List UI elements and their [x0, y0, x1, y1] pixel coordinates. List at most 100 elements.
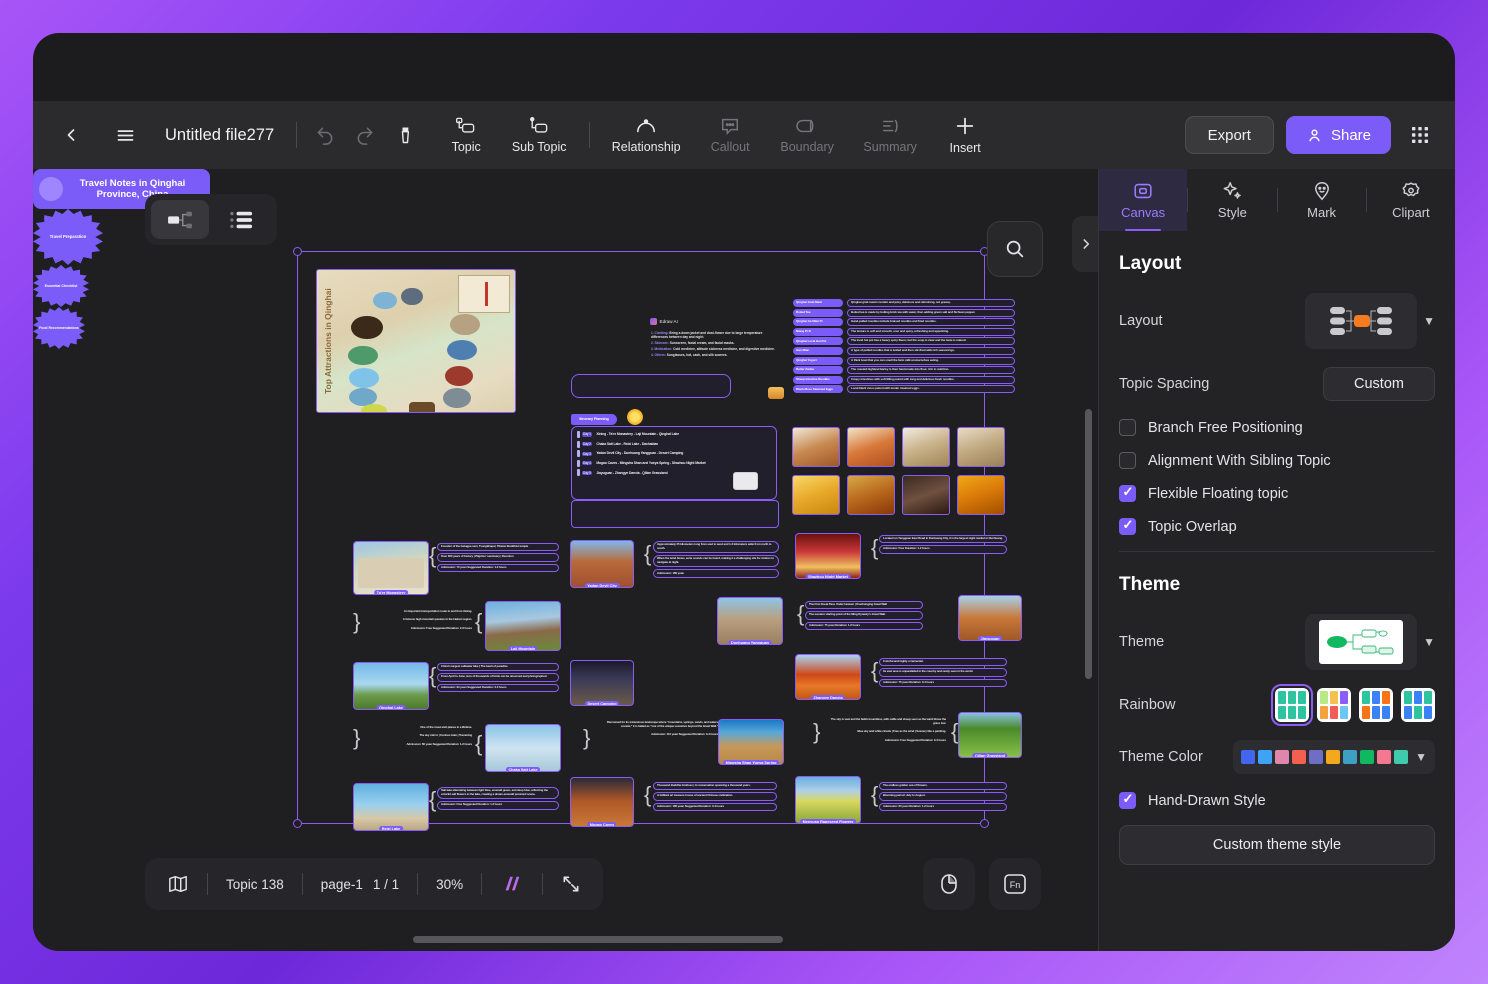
checkbox-hand-drawn-style[interactable]: Hand-Drawn Style — [1119, 791, 1435, 809]
food-thumbnail[interactable] — [902, 475, 950, 515]
theme-color-swatch[interactable] — [1309, 750, 1324, 764]
attraction-photo[interactable]: Laji Mountain — [485, 601, 561, 651]
itinerary-image-placeholder[interactable] — [733, 472, 758, 490]
food-item-name[interactable]: Qinghai Ge Mian Pi — [793, 318, 843, 327]
attraction-note[interactable]: The sky is vast and the fields boundless… — [823, 717, 949, 727]
ai-assistant-button[interactable] — [482, 858, 542, 910]
food-item-name[interactable]: Niang Pi Zi — [793, 327, 843, 336]
tool-insert[interactable]: Insert — [932, 105, 998, 165]
rainbow-option[interactable] — [1271, 684, 1313, 726]
collapse-panel-button[interactable] — [1072, 216, 1098, 272]
attraction-note[interactable]: The endless golden sea of flowers. — [879, 782, 1007, 791]
tool-boundary[interactable]: Boundary — [766, 105, 848, 165]
attraction-note[interactable]: Admission: Free Suggested Duration: 2-3 … — [363, 626, 475, 632]
qinghai-map-image[interactable]: Top Attractions in Qinghai — [316, 269, 516, 413]
checklist-item[interactable]: 3. Medication: Cold medicine, altitude s… — [651, 347, 776, 351]
food-item-name[interactable]: Gan Mian — [793, 346, 843, 355]
attraction-photo[interactable]: Chaka Salt Lake — [485, 724, 561, 772]
tool-topic[interactable]: Topic — [435, 105, 497, 165]
mindmap-canvas[interactable]: Top Attractions in Qinghai Travel Notes … — [33, 169, 1098, 951]
food-item-description[interactable]: The local hot pot has a heavy spicy flav… — [847, 337, 1015, 346]
search-button[interactable] — [987, 221, 1043, 277]
food-item-description[interactable]: Qinghai grab meat is tender and juicy, d… — [847, 299, 1015, 307]
attraction-note[interactable]: A famous high mountain pasture in the Ha… — [363, 617, 475, 623]
attraction-note[interactable]: Admission: 90 yuan Suggested Duration: 2… — [437, 683, 559, 692]
food-item-description[interactable]: Local black moss paired with tender stea… — [847, 385, 1015, 394]
attraction-note[interactable]: Its vast area is unparalleled in the cou… — [879, 668, 1007, 677]
food-item-description[interactable]: Crispy intestines with soft filling pair… — [847, 375, 1015, 384]
theme-color-swatch[interactable] — [1258, 750, 1273, 764]
attraction-note[interactable]: One of the must-visit places in a lifeti… — [363, 725, 475, 731]
theme-color-swatch[interactable] — [1377, 750, 1392, 764]
food-item-description[interactable]: The roasted highland barley is then hand… — [847, 366, 1015, 375]
tool-callout[interactable]: Callout — [694, 105, 766, 165]
share-button[interactable]: Share — [1285, 116, 1391, 154]
page-indicator[interactable]: page-1 1 / 1 — [303, 858, 417, 910]
food-item-description[interactable]: A type of pulled noodles that is boiled … — [847, 347, 1015, 355]
theme-color-swatch[interactable] — [1326, 750, 1341, 764]
food-item-name[interactable]: Boiled Tea — [793, 308, 843, 317]
attraction-photo[interactable]: Mingsha Shan Yueya Spring — [718, 719, 784, 765]
layout-chevron-down-icon[interactable]: ▼ — [1423, 314, 1435, 328]
food-thumbnail[interactable] — [847, 427, 895, 467]
checkbox-topic-overlap[interactable]: Topic Overlap — [1119, 517, 1435, 535]
theme-color-swatch[interactable] — [1275, 750, 1290, 764]
undo-button[interactable] — [305, 115, 345, 155]
attraction-note[interactable]: An important transportation route to and… — [363, 609, 475, 615]
attraction-photo[interactable]: Qinghai Lake — [353, 662, 429, 710]
itinerary-item[interactable]: Day 3 Yadan Devil City - Dunhuang Yanggua… — [577, 450, 771, 458]
theme-color-chevron-down-icon[interactable]: ▼ — [1415, 750, 1427, 764]
fn-key-button[interactable]: Fn — [989, 858, 1041, 910]
resize-handle-bl[interactable] — [293, 819, 302, 828]
food-item-name[interactable]: Black Moss Steamed Eggs — [793, 385, 843, 394]
travel-preparation-node[interactable]: Travel Preparation — [33, 209, 103, 265]
itinerary-item[interactable]: Day 1 Xining - Ta'er Monastery - Laji Mou… — [577, 431, 771, 438]
attraction-photo[interactable]: Reizi Lake — [353, 783, 429, 831]
rainbow-option[interactable] — [1359, 688, 1393, 722]
menu-button[interactable] — [105, 115, 145, 155]
resize-handle-br[interactable] — [980, 819, 989, 828]
theme-color-swatch[interactable] — [1241, 750, 1256, 764]
food-item-description[interactable]: A thick bowl that you can smell the farm… — [847, 356, 1015, 365]
theme-color-swatch[interactable] — [1360, 750, 1375, 764]
checklist-item[interactable]: 2. Skincare: Sunscreen, facial cream, an… — [651, 341, 776, 345]
food-item-description[interactable]: Hand-pulled noodles include braised nood… — [847, 318, 1015, 327]
zoom-level[interactable]: 30% — [418, 858, 481, 910]
attraction-note[interactable]: Over 600 years of history | Pilgrims' sa… — [437, 553, 559, 562]
resize-handle-tl[interactable] — [293, 247, 302, 256]
checklist-item[interactable]: 4. Others: Sunglasses, hat, cash, and si… — [651, 353, 776, 357]
food-thumbnail[interactable] — [792, 475, 840, 515]
theme-color-swatch[interactable] — [1292, 750, 1307, 764]
food-thumbnail[interactable] — [792, 427, 840, 467]
attraction-photo[interactable]: Yadan Devil City — [570, 540, 634, 588]
food-thumbnail[interactable] — [902, 427, 950, 467]
attraction-note[interactable]: Admission: Free Duration: 1-2 hours — [879, 545, 1007, 554]
redo-button[interactable] — [345, 115, 385, 155]
rainbow-option[interactable] — [1401, 688, 1435, 722]
custom-theme-style-button[interactable]: Custom theme style — [1119, 825, 1435, 865]
attraction-note[interactable]: When the wind blows, eerie sounds can be… — [653, 555, 779, 568]
attraction-note[interactable]: Admission: 75 yuan Duration: 1-2 hours — [805, 621, 923, 630]
attraction-note[interactable]: Admission: 110 yuan Suggested Duration: … — [593, 732, 721, 738]
attraction-note[interactable]: Thousand Buddha Grottoes | A conversatio… — [653, 782, 777, 791]
attraction-photo[interactable]: Shazhou Night Market — [795, 533, 861, 579]
rainbow-option[interactable] — [1317, 688, 1351, 722]
export-button[interactable]: Export — [1184, 116, 1274, 154]
attraction-note[interactable]: Admission: 180 yuan Suggested Duration: … — [653, 802, 777, 811]
outline-view-button[interactable] — [213, 200, 271, 239]
topic-count[interactable]: Topic 138 — [208, 858, 302, 910]
tool-sub-topic[interactable]: Sub Topic — [497, 105, 581, 165]
itinerary-planning-node[interactable]: Itinerary Planning — [571, 414, 617, 425]
attraction-photo[interactable]: Ta'er Monastery — [353, 541, 429, 595]
attraction-note[interactable]: Approximately 25 kilometers long from ea… — [653, 541, 779, 554]
food-item-name[interactable]: Butter Zanba — [793, 366, 843, 375]
format-painter-button[interactable] — [385, 115, 425, 155]
checklist-item[interactable]: 1. Clothing: Bring a down jacket and dus… — [651, 331, 776, 340]
theme-picker[interactable] — [1305, 614, 1418, 670]
mouse-mode-button[interactable] — [923, 858, 975, 910]
food-thumbnail[interactable] — [847, 475, 895, 515]
attraction-photo[interactable]: Qilian Grassland — [958, 712, 1022, 758]
file-name[interactable]: Untitled file277 — [165, 126, 274, 145]
tool-relationship[interactable]: Relationship — [598, 105, 694, 165]
attraction-note[interactable]: Admission: 75 yuan Duration: 3-4 hours — [879, 678, 1007, 687]
